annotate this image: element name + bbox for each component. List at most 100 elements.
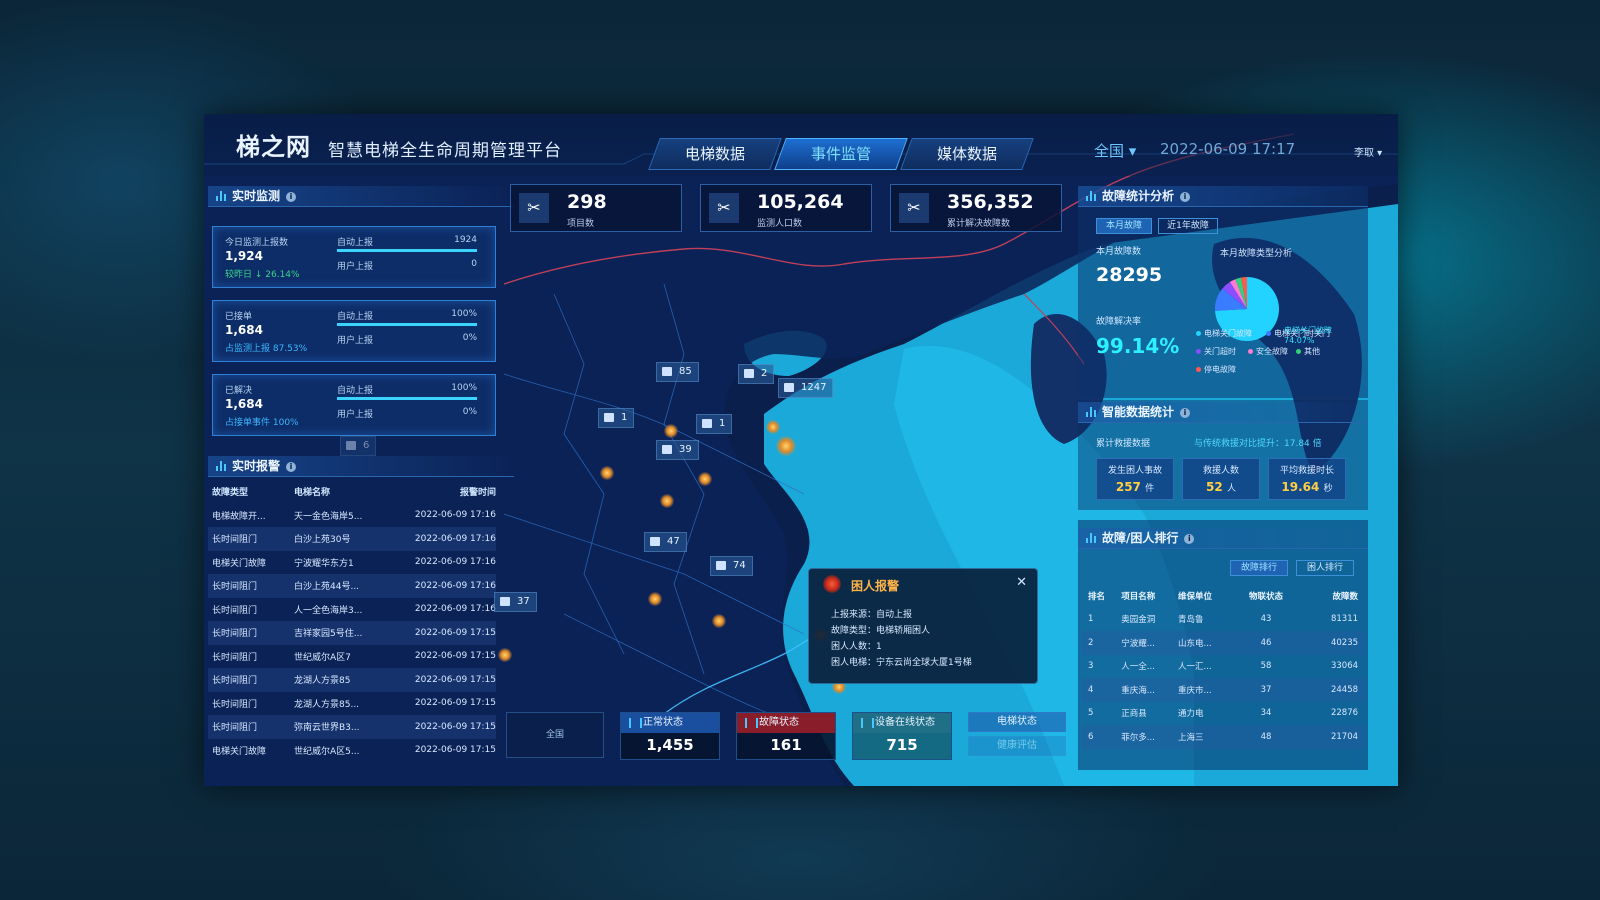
ranking-row[interactable]: 2 宁波耀... 山东电... 46 40235 (1082, 631, 1364, 655)
alarm-time: 2022-06-09 17:15 (414, 721, 496, 732)
pie-legend-item[interactable]: 安全故障 (1248, 346, 1288, 357)
bar-chart-icon (1086, 191, 1096, 201)
map-pin[interactable] (664, 424, 678, 438)
elevator-status-button[interactable]: 电梯状态 (968, 712, 1066, 732)
map-pin[interactable] (498, 648, 512, 662)
rank-iot: 34 (1260, 708, 1272, 719)
region-select[interactable]: 全国 ▾ (1094, 140, 1136, 161)
alarm-type: 电梯关门故障 (212, 558, 267, 569)
pie-legend-item[interactable]: 电梯关门时关门 (1266, 328, 1330, 339)
alarm-table: 故障类型 电梯名称 报警时间 电梯故障开... 天一金色海岸5... 2022-06… (208, 480, 496, 762)
alarm-time: 2022-06-09 17:15 (414, 698, 496, 709)
rank-maintainer: 青岛鲁 (1178, 615, 1204, 626)
alarm-dot-icon (823, 575, 841, 593)
wrench-icon: ✂ (519, 193, 549, 223)
alarm-type: 长时间阻门 (212, 535, 258, 546)
info-icon[interactable]: i (1180, 407, 1191, 418)
info-icon[interactable]: i (1184, 533, 1195, 544)
alarm-type: 电梯关门故障 (212, 746, 267, 757)
alarm-type: 长时间阻门 (212, 605, 258, 616)
map-pin[interactable] (712, 614, 726, 628)
ranking-row[interactable]: 5 正商县 通力电 34 22876 (1082, 702, 1364, 726)
info-icon[interactable]: i (286, 461, 297, 472)
alarm-row[interactable]: 电梯关门故障 宁波耀华东方1 2022-06-09 17:16 (208, 551, 496, 575)
alarm-time: 2022-06-09 17:15 (414, 651, 496, 662)
tab-media-data[interactable]: 媒体数据 (900, 138, 1034, 170)
rank-iot: 37 (1260, 684, 1272, 695)
alarm-elevator: 世纪威尔A区7 (294, 652, 351, 663)
ranking-row[interactable]: 6 菲尔多... 上海三 48 21704 (1082, 725, 1364, 749)
map-marker[interactable]: 47 (644, 532, 687, 552)
info-icon[interactable]: i (1180, 191, 1191, 202)
alarm-table-header: 故障类型 电梯名称 报警时间 (212, 488, 496, 499)
status-normal[interactable]: 正常状态 1,455 (620, 712, 720, 760)
rank-iot: 43 (1260, 614, 1272, 625)
user-menu[interactable]: 李取 ▾ (1354, 144, 1382, 159)
alarm-row[interactable]: 长时间阻门 世纪威尔A区7 2022-06-09 17:15 (208, 645, 496, 669)
rank-maintainer: 人一汇... (1178, 662, 1212, 673)
pie-legend-item[interactable]: 停电故障 (1196, 364, 1236, 375)
alarm-type: 电梯故障开... (212, 511, 266, 522)
rank-count: 22876 (1330, 708, 1359, 719)
health-evaluation-button[interactable]: 健康评估 (968, 736, 1066, 756)
alarm-row[interactable]: 长时间阻门 吉祥家园5号住... 2022-06-09 17:15 (208, 621, 496, 645)
tab-event-supervision[interactable]: 事件监管 (774, 138, 908, 170)
alarm-row[interactable]: 长时间阻门 龙湖人方景85 2022-06-09 17:15 (208, 668, 496, 692)
alarm-row[interactable]: 长时间阻门 弥南云世界B3... 2022-06-09 17:15 (208, 715, 496, 739)
pie-legend-item[interactable]: 关门超时 (1196, 346, 1236, 357)
alarm-time: 2022-06-09 17:15 (414, 674, 496, 685)
ranking-row[interactable]: 3 人一全... 人一汇... 58 33064 (1082, 655, 1364, 679)
month-fault-label: 本月故障数 (1096, 247, 1142, 257)
map-marker[interactable]: 6 (340, 436, 377, 456)
ranking-row[interactable]: 1 奥园金洞 青岛鲁 43 81311 (1082, 608, 1364, 632)
pie-legend-item[interactable]: 电梯关门故障 (1196, 328, 1252, 339)
smart-compare-label: 与传统救援对比提升：17.84 倍 (1194, 439, 1322, 449)
map-marker[interactable]: 37 (494, 592, 537, 612)
map-pin[interactable] (776, 436, 796, 456)
map-pin[interactable] (660, 494, 674, 508)
alarm-time: 2022-06-09 17:16 (414, 557, 496, 568)
tab-month-fault[interactable]: 本月故障 (1096, 218, 1152, 234)
map-marker[interactable]: 1 (598, 408, 635, 428)
alarm-row[interactable]: 长时间阻门 白沙上苑30号 2022-06-09 17:16 (208, 527, 496, 551)
info-icon[interactable]: i (286, 191, 297, 202)
alarm-row[interactable]: 长时间阻门 人一全色海岸3... 2022-06-09 17:16 (208, 598, 496, 622)
map-pin[interactable] (698, 472, 712, 486)
alarm-time: 2022-06-09 17:15 (414, 627, 496, 638)
map-marker[interactable]: 85 (656, 362, 699, 382)
tab-fault-ranking[interactable]: 故障排行 (1230, 560, 1288, 576)
map-pin[interactable] (766, 420, 780, 434)
ranking-row[interactable]: 4 重庆海... 重庆市... 37 24458 (1082, 678, 1364, 702)
stat-box-incidents: 发生困人事故 257 件 (1096, 458, 1174, 500)
alarm-elevator: 白沙上苑44号... (294, 582, 360, 593)
map-marker[interactable]: 2 (738, 364, 775, 384)
alarm-time: 2022-06-09 17:16 (414, 510, 496, 521)
close-icon[interactable]: ✕ (1016, 575, 1027, 590)
tab-elevator-data[interactable]: 电梯数据 (648, 138, 782, 170)
alarm-row[interactable]: 电梯故障开... 天一金色海岸5... 2022-06-09 17:16 (208, 504, 496, 528)
map-marker[interactable]: 1 (696, 414, 733, 434)
rank-maintainer: 山东电... (1178, 638, 1212, 649)
status-online[interactable]: 设备在线状态 715 (852, 712, 952, 760)
alarm-row[interactable]: 电梯关门故障 世纪威尔A区5... 2022-06-09 17:15 (208, 739, 496, 763)
alarm-row[interactable]: 长时间阻门 白沙上苑44号... 2022-06-09 17:16 (208, 574, 496, 598)
map-marker[interactable]: 1247 (778, 378, 834, 398)
tab-trapped-ranking[interactable]: 困人排行 (1296, 560, 1354, 576)
map-marker[interactable]: 74 (710, 556, 753, 576)
alarm-type: 长时间阻门 (212, 629, 258, 640)
status-fault[interactable]: 故障状态 161 (736, 712, 836, 760)
kpi-resolved-faults: ✂ 356,352 累计解决故障数 (890, 184, 1062, 232)
bar-chart-icon (216, 461, 226, 471)
alarm-elevator: 吉祥家园5号住... (294, 629, 363, 640)
monitor-card-accepted: 已接单 1,684 占监测上报 87.53% 自动上报 100% 用户上报 0% (212, 300, 496, 362)
map-pin[interactable] (600, 466, 614, 480)
pie-legend-item[interactable]: 其他 (1296, 346, 1320, 357)
tab-year-fault[interactable]: 近1年故障 (1158, 218, 1218, 234)
alarm-row[interactable]: 长时间阻门 龙湖人方景85... 2022-06-09 17:15 (208, 692, 496, 716)
brand-logo: 梯之网 (236, 133, 311, 161)
popup-title: 困人报警 (851, 579, 900, 593)
map-marker[interactable]: 39 (656, 440, 699, 460)
rank-count: 81311 (1330, 614, 1359, 625)
map-pin[interactable] (648, 592, 662, 606)
alarm-type: 长时间阻门 (212, 676, 258, 687)
